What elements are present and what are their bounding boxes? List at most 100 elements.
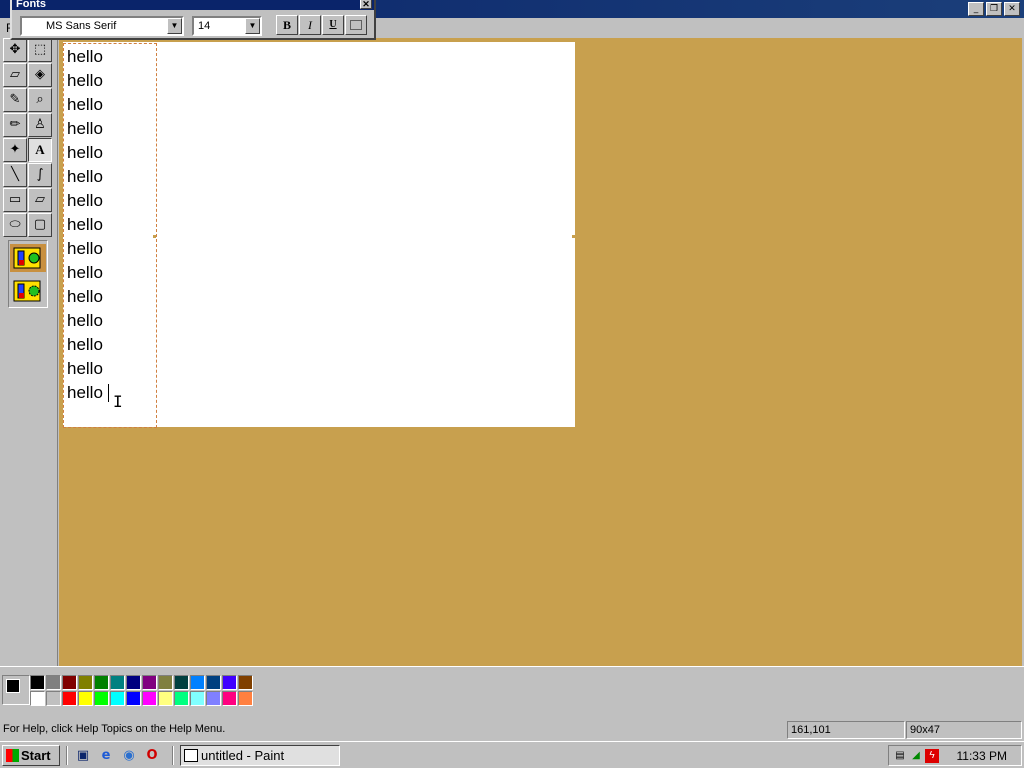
color-swatch[interactable] (46, 691, 61, 706)
paint-app-icon (184, 749, 198, 762)
font-name-value: MS Sans Serif (46, 20, 117, 32)
text-line: hello (67, 383, 103, 402)
tool-options-box (8, 240, 48, 308)
taskbar-separator (172, 746, 174, 765)
transparent-icon (13, 280, 41, 302)
opaque-background-option[interactable] (10, 244, 46, 272)
tool-rounded-rectangle-button[interactable]: ▢ (28, 213, 52, 237)
opera-icon[interactable]: O (143, 747, 161, 764)
color-swatch[interactable] (142, 675, 157, 690)
color-swatch[interactable] (30, 691, 45, 706)
tool-eraser-button[interactable]: ▱ (3, 63, 27, 87)
color-swatch[interactable] (94, 675, 109, 690)
color-swatch[interactable] (62, 691, 77, 706)
tool-brush-button[interactable]: ♙ (28, 113, 52, 137)
font-name-select[interactable]: MS Sans Serif ▼ (20, 16, 184, 36)
tray-network-icon[interactable]: ◢ (909, 749, 923, 763)
internet-explorer-icon[interactable]: e (97, 747, 115, 764)
taskbar: Start ▣ e ◉ O untitled - Paint ▤ ◢ ϟ 11:33 … (0, 741, 1024, 768)
tool-select-button[interactable]: ⬚ (28, 38, 52, 62)
color-swatch[interactable] (78, 675, 93, 690)
color-swatch[interactable] (190, 675, 205, 690)
tool-rectangle-button[interactable]: ▭ (3, 188, 27, 212)
underline-button[interactable]: U (322, 15, 344, 35)
bold-button[interactable]: B (276, 15, 298, 35)
show-desktop-icon[interactable]: ▣ (74, 747, 92, 764)
tool-text-button[interactable]: A (28, 138, 52, 162)
current-colors (2, 675, 30, 705)
color-swatch[interactable] (222, 691, 237, 706)
text-line: hello (67, 47, 103, 66)
tool-airbrush-button[interactable]: ✦ (3, 138, 27, 162)
color-swatch[interactable] (174, 691, 189, 706)
tool-pick-color-button[interactable]: ✎ (3, 88, 27, 112)
channels-icon[interactable]: ◉ (120, 747, 138, 764)
font-size-value: 14 (198, 20, 211, 32)
text-line: hello (67, 287, 103, 306)
font-size-select[interactable]: 14 ▼ (192, 16, 262, 36)
resize-handle[interactable] (317, 427, 320, 430)
color-swatch[interactable] (94, 691, 109, 706)
tool-curve-button[interactable]: ∫ (28, 163, 52, 187)
chevron-down-icon[interactable]: ▼ (167, 18, 182, 34)
tool-pencil-button[interactable]: ✏ (3, 113, 27, 137)
tray-printer-icon[interactable]: ▤ (893, 749, 907, 763)
color-swatch[interactable] (158, 675, 173, 690)
tool-free-form-select-button[interactable]: ✥ (3, 38, 27, 62)
chevron-down-icon[interactable]: ▼ (245, 18, 260, 34)
color-swatch[interactable] (46, 675, 61, 690)
text-line: hello (67, 191, 103, 210)
close-button[interactable]: ✕ (1004, 2, 1020, 16)
tool-line-button[interactable]: ╲ (3, 163, 27, 187)
tool-box: ✥ ⬚ ▱ ◈ ✎ ⌕ ✏ ♙ ✦ A ╲ ∫ ▭ ▱ ⬭ ▢ (0, 38, 58, 666)
resize-handle[interactable] (572, 235, 575, 238)
color-swatch[interactable] (174, 675, 189, 690)
color-swatch[interactable] (190, 691, 205, 706)
tray-antivirus-icon[interactable]: ϟ (925, 749, 939, 763)
taskbar-button-paint[interactable]: untitled - Paint (180, 745, 340, 766)
color-swatch[interactable] (30, 675, 45, 690)
color-swatch[interactable] (126, 691, 141, 706)
status-bar: For Help, click Help Topics on the Help … (0, 718, 1024, 740)
start-label: Start (21, 748, 51, 763)
color-swatch[interactable] (110, 691, 125, 706)
status-selection-size: 90x47 (906, 721, 1022, 739)
color-swatch[interactable] (206, 691, 221, 706)
minimize-button[interactable]: _ (968, 2, 984, 16)
color-swatch[interactable] (206, 675, 221, 690)
color-swatch[interactable] (126, 675, 141, 690)
fonts-toolbar-title-text: Fonts (16, 0, 46, 10)
color-swatch[interactable] (158, 691, 173, 706)
text-line: hello (67, 215, 103, 234)
tool-fill-with-color-button[interactable]: ◈ (28, 63, 52, 87)
windows-logo-icon (6, 749, 19, 762)
vertical-text-icon (350, 20, 362, 30)
vertical-text-button[interactable] (345, 15, 367, 35)
text-line: hello (67, 311, 103, 330)
fonts-close-button[interactable]: ✕ (360, 0, 372, 9)
tool-magnifier-button[interactable]: ⌕ (28, 88, 52, 112)
clock[interactable]: 11:33 PM (957, 748, 1007, 764)
foreground-color (6, 679, 20, 693)
color-swatch[interactable] (78, 691, 93, 706)
transparent-background-option[interactable] (10, 277, 46, 305)
color-swatch[interactable] (142, 691, 157, 706)
maximize-button[interactable]: ❐ (986, 2, 1002, 16)
text-line: hello (67, 167, 103, 186)
color-swatch[interactable] (238, 675, 253, 690)
resize-handle[interactable] (572, 427, 575, 430)
text-line: hello (67, 95, 103, 114)
tool-ellipse-button[interactable]: ⬭ (3, 213, 27, 237)
tool-polygon-button[interactable]: ▱ (28, 188, 52, 212)
color-swatch[interactable] (110, 675, 125, 690)
color-swatch[interactable] (238, 691, 253, 706)
italic-button[interactable]: I (299, 15, 321, 35)
text-line: hello (67, 143, 103, 162)
start-button[interactable]: Start (2, 745, 60, 766)
text-line: hello (67, 239, 103, 258)
color-swatch[interactable] (222, 675, 237, 690)
color-swatch[interactable] (62, 675, 77, 690)
text-line: hello (67, 263, 103, 282)
status-help-text: For Help, click Help Topics on the Help … (3, 723, 226, 735)
system-tray: ▤ ◢ ϟ 11:33 PM (888, 745, 1022, 766)
